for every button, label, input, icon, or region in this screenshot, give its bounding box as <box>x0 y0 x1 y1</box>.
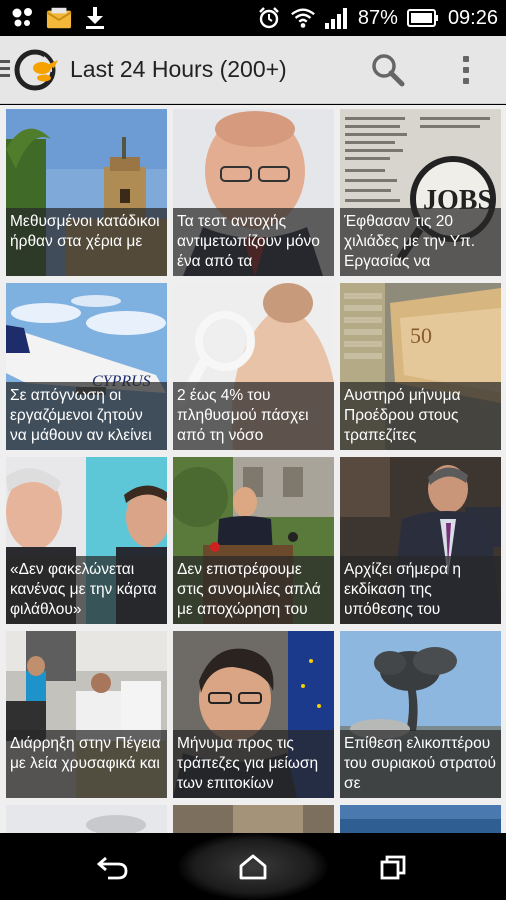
tile-caption: 2 έως 4% του πληθυσμού πάσχει από τη νόσ… <box>173 382 334 450</box>
drawer-indicator-icon[interactable] <box>0 60 10 81</box>
news-tile[interactable]: 2 έως 4% του πληθυσμού πάσχει από τη νόσ… <box>173 283 334 450</box>
back-icon[interactable] <box>68 833 158 900</box>
battery-icon <box>406 6 440 30</box>
tile-caption: Μήνυμα προς τις τράπεζες για μείωση των … <box>173 730 334 798</box>
news-tile[interactable]: Τα τεστ αντοχής αντιμετωπίζουν μόνο ένα … <box>173 109 334 276</box>
tile-image <box>340 805 501 833</box>
tile-caption: Μεθυσμένοι κατάδικοι ήρθαν στα χέρια με <box>6 208 167 276</box>
news-tile[interactable]: CYPRUS Σε απόγνωση οι εργαζόμενοι ζητούν… <box>6 283 167 450</box>
recent-apps-icon[interactable] <box>348 833 438 900</box>
tile-image <box>173 805 334 833</box>
status-bar: 87% 09:26 <box>0 0 506 36</box>
news-tile[interactable] <box>173 805 334 833</box>
news-tile[interactable]: JOBS Έφθασαν τις 20 χιλιάδες με την Υπ. … <box>340 109 501 276</box>
tile-caption: Δεν επιστρέφουμε στις συνομιλίες απλά με… <box>173 556 334 624</box>
battery-percent: 87% <box>357 6 398 29</box>
tile-caption: Διάρρηξη στην Πέγεια με λεία χρυσαφικά κ… <box>6 730 167 798</box>
tile-caption: Σε απόγνωση οι εργαζόμενοι ζητούν να μάθ… <box>6 382 167 450</box>
news-tile[interactable]: Επίθεση ελικοπτέρου του συριακού στρατού… <box>340 631 501 798</box>
tile-caption: Αρχίζει σήμερα η εκδίκαση της υπόθεσης τ… <box>340 556 501 624</box>
tile-caption: Τα τεστ αντοχής αντιμετωπίζουν μόνο ένα … <box>173 208 334 276</box>
news-tile[interactable]: Μεθυσμένοι κατάδικοι ήρθαν στα χέρια με <box>6 109 167 276</box>
news-tile[interactable]: Διάρρηξη στην Πέγεια με λεία χρυσαφικά κ… <box>6 631 167 798</box>
search-icon[interactable] <box>368 50 408 90</box>
news-tile[interactable] <box>340 805 501 833</box>
tile-caption: «Δεν φακελώνεται κανένας με την κάρτα φι… <box>6 556 167 624</box>
news-tile[interactable] <box>6 805 167 833</box>
tile-image <box>6 805 167 833</box>
page-title: Last 24 Hours (200+) <box>70 56 287 82</box>
svg-text:50: 50 <box>410 323 432 348</box>
news-tile[interactable]: Δεν επιστρέφουμε στις συνομιλίες απλά με… <box>173 457 334 624</box>
mail-icon <box>46 6 72 30</box>
news-grid: Μεθυσμένοι κατάδικοι ήρθαν στα χέρια με … <box>0 105 506 833</box>
wifi-icon <box>290 6 316 30</box>
alarm-icon <box>256 6 282 30</box>
tile-caption: Αυστηρό μήνυμα Προέδρου στους τραπεζίτες <box>340 382 501 450</box>
download-icon <box>82 6 108 30</box>
news-tile[interactable]: «Δεν φακελώνεται κανένας με την κάρτα φι… <box>6 457 167 624</box>
tile-caption: Έφθασαν τις 20 χιλιάδες με την Υπ. Εργασ… <box>340 208 501 276</box>
signal-icon <box>324 6 350 30</box>
home-icon[interactable] <box>208 833 298 900</box>
news-tile[interactable]: Μήνυμα προς τις τράπεζες για μείωση των … <box>173 631 334 798</box>
news-tile[interactable]: 50 Αυστηρό μήνυμα Προέδρου στους τραπεζί… <box>340 283 501 450</box>
news-tile[interactable]: Αρχίζει σήμερα η εκδίκαση της υπόθεσης τ… <box>340 457 501 624</box>
navigation-bar <box>0 833 506 900</box>
clock: 09:26 <box>447 6 498 29</box>
app-logo-icon[interactable] <box>14 48 60 92</box>
tile-caption: Επίθεση ελικοπτέρου του συριακού στρατού… <box>340 730 501 798</box>
butterfly-icon <box>10 6 36 30</box>
overflow-menu-icon[interactable] <box>452 50 480 90</box>
action-bar: Last 24 Hours (200+) <box>0 36 506 104</box>
